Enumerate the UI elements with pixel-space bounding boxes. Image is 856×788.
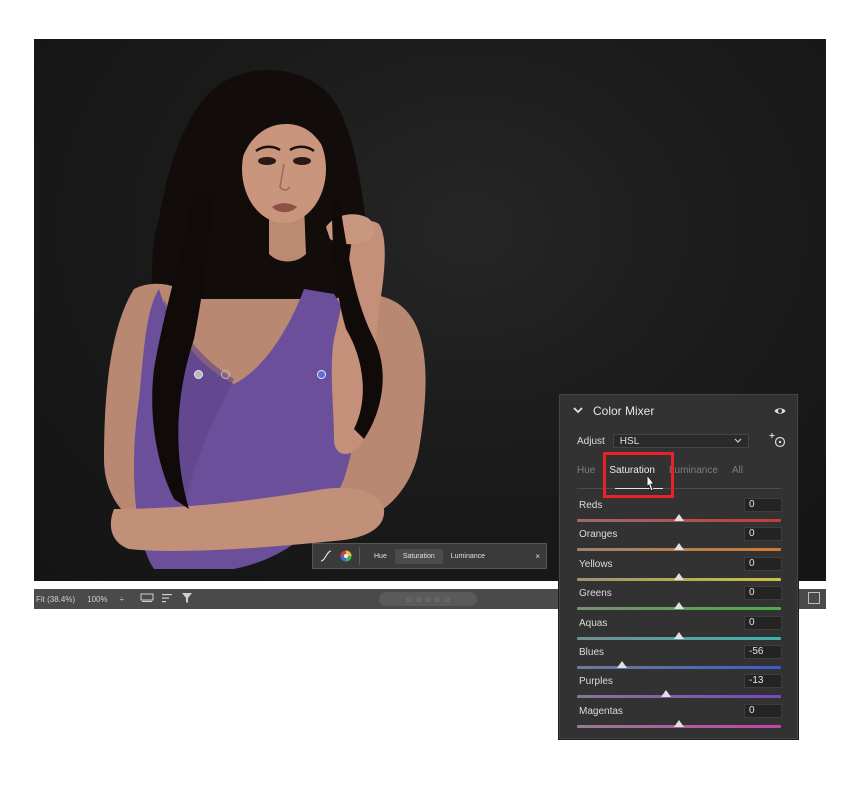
mini-tab-luminance[interactable]: Luminance bbox=[443, 549, 493, 564]
adjust-dropdown-value: HSL bbox=[619, 435, 640, 447]
slider-row-blues: Blues -56 bbox=[577, 644, 783, 674]
slider-row-greens: Greens 0 bbox=[577, 586, 783, 615]
slider-label: Greens bbox=[579, 588, 612, 600]
hsl-target-point-2[interactable] bbox=[221, 370, 230, 379]
color-mixer-panel: Color Mixer Adjust HSL Hue Saturation Lu… bbox=[558, 393, 799, 740]
star-rating[interactable]: ☆ ☆ ☆ ☆ ☆ bbox=[379, 592, 477, 606]
slider-thumb[interactable] bbox=[674, 572, 684, 580]
panel-header[interactable]: Color Mixer bbox=[559, 394, 798, 428]
slider-label: Reds bbox=[579, 500, 603, 511]
slider-thumb[interactable] bbox=[674, 514, 684, 521]
adjust-row: Adjust HSL bbox=[577, 433, 787, 449]
slider-thumb[interactable] bbox=[674, 543, 684, 551]
sort-icon[interactable] bbox=[161, 593, 174, 605]
slider-label: Aquas bbox=[579, 617, 608, 629]
slider-thumb[interactable] bbox=[674, 631, 684, 639]
slider-value-field[interactable]: -56 bbox=[744, 644, 782, 659]
chevron-down-icon[interactable] bbox=[573, 406, 583, 417]
slider-row-aquas: Aquas 0 bbox=[577, 615, 783, 645]
slider-thumb[interactable] bbox=[660, 690, 671, 698]
tab-luminance[interactable]: Luminance bbox=[669, 465, 718, 476]
panel-title: Color Mixer bbox=[593, 404, 655, 418]
toolbar-separator bbox=[359, 547, 360, 565]
filter-icon[interactable] bbox=[181, 593, 192, 605]
targeted-adjustment-toolbar: Hue Saturation Luminance × bbox=[312, 543, 547, 569]
slider-thumb[interactable] bbox=[674, 602, 684, 610]
mini-tab-saturation[interactable]: Saturation bbox=[394, 548, 443, 564]
slider-value-field[interactable]: 0 bbox=[744, 556, 782, 571]
slider-track[interactable] bbox=[577, 695, 781, 699]
slider-track[interactable] bbox=[577, 665, 781, 669]
slider-row-reds: Reds 0 bbox=[577, 498, 783, 527]
tab-all[interactable]: All bbox=[732, 465, 743, 476]
close-icon[interactable]: × bbox=[535, 552, 540, 561]
hsl-target-point-1[interactable] bbox=[194, 370, 203, 379]
slider-value-field[interactable]: 0 bbox=[744, 498, 782, 512]
color-wheel-icon[interactable] bbox=[339, 549, 353, 563]
hsl-target-point-3[interactable] bbox=[317, 370, 326, 379]
mouse-pointer-icon bbox=[643, 473, 657, 499]
mini-tab-hue[interactable]: Hue bbox=[366, 549, 395, 564]
slider-row-yellows: Yellows 0 bbox=[577, 556, 783, 586]
curve-icon[interactable] bbox=[319, 549, 333, 563]
targeted-adjustment-tool-icon[interactable] bbox=[769, 431, 787, 449]
zoom-stepper[interactable]: ÷ bbox=[120, 595, 124, 604]
slider-label: Purples bbox=[579, 676, 613, 688]
slider-label: Oranges bbox=[579, 529, 618, 541]
slider-label: Magentas bbox=[579, 705, 623, 717]
slider-thumb[interactable] bbox=[674, 719, 684, 727]
slider-label: Blues bbox=[579, 646, 605, 658]
slider-label: Yellows bbox=[579, 558, 613, 570]
slider-list: Reds 0 Oranges 0 Yellows 0 Greens 0 Aquas 0 Blues -… bbox=[577, 498, 783, 733]
chevron-down-icon bbox=[734, 438, 742, 443]
adjust-label: Adjust bbox=[577, 435, 605, 447]
adjust-dropdown[interactable]: HSL bbox=[612, 434, 749, 448]
panel-toggle-icon[interactable] bbox=[808, 592, 820, 604]
eye-icon[interactable] bbox=[774, 405, 786, 417]
slider-value-field[interactable]: 0 bbox=[744, 703, 782, 718]
slider-thumb[interactable] bbox=[616, 660, 627, 668]
slider-row-purples: Purples -13 bbox=[577, 674, 783, 703]
slider-row-oranges: Oranges 0 bbox=[577, 527, 783, 556]
tab-hue[interactable]: Hue bbox=[577, 465, 595, 476]
slider-value-field[interactable]: -13 bbox=[744, 674, 782, 689]
tab-highlight-box bbox=[603, 452, 674, 498]
slider-value-field[interactable]: 0 bbox=[744, 527, 782, 542]
zoom-100-button[interactable]: 100% bbox=[87, 595, 107, 604]
slider-value-field[interactable]: 0 bbox=[744, 586, 782, 601]
fit-zoom-button[interactable]: Fit (38.4%) bbox=[36, 595, 75, 604]
filmstrip-icon[interactable] bbox=[140, 593, 154, 605]
slider-row-magentas: Magentas 0 bbox=[577, 703, 783, 733]
slider-value-field[interactable]: 0 bbox=[744, 615, 782, 630]
